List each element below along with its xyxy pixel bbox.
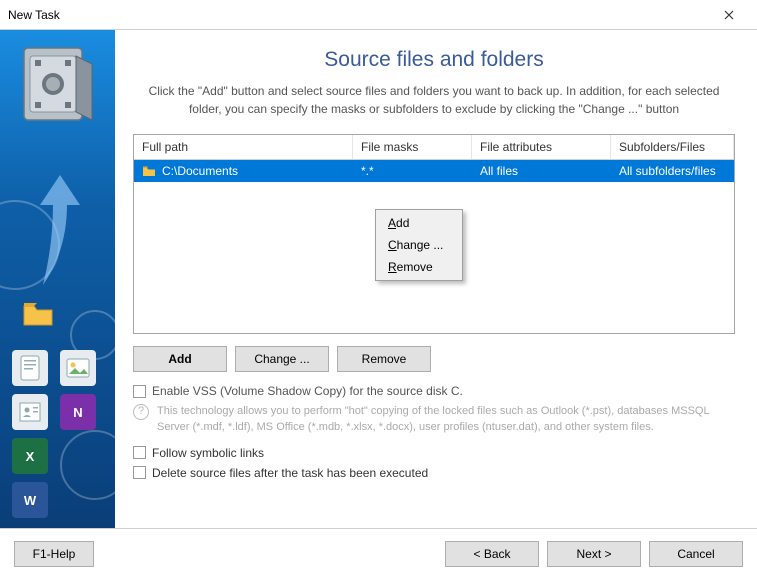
page-description: Click the "Add" button and select source… — [143, 82, 725, 118]
svg-text:X: X — [26, 449, 35, 464]
cell-path: C:\Documents — [162, 164, 238, 178]
vss-help-text: This technology allows you to perform "h… — [157, 404, 735, 436]
vss-checkbox[interactable] — [133, 385, 146, 398]
contacts-icon — [18, 401, 42, 423]
document-icon — [19, 355, 41, 381]
col-header-path[interactable]: Full path — [134, 135, 353, 159]
vss-label: Enable VSS (Volume Shadow Copy) for the … — [152, 384, 463, 398]
follow-symlinks-label: Follow symbolic links — [152, 446, 264, 460]
onenote-icon: N — [68, 402, 88, 422]
delete-source-checkbox[interactable] — [133, 466, 146, 479]
col-header-masks[interactable]: File masks — [353, 135, 472, 159]
wizard-sidebar: N X W — [0, 30, 115, 528]
table-row[interactable]: C:\Documents *.* All files All subfolder… — [134, 160, 734, 182]
safe-icon — [20, 40, 98, 130]
sidebar-app-icons: N X W — [12, 350, 100, 518]
col-header-attr[interactable]: File attributes — [472, 135, 611, 159]
grid-header: Full path File masks File attributes Sub… — [134, 135, 734, 160]
add-button[interactable]: Add — [133, 346, 227, 372]
svg-text:W: W — [24, 493, 37, 508]
context-menu: Add Change ... Remove — [375, 209, 463, 281]
delete-source-label: Delete source files after the task has b… — [152, 466, 428, 480]
cell-sub: All subfolders/files — [619, 164, 716, 178]
context-menu-remove[interactable]: Remove — [378, 256, 460, 278]
remove-button[interactable]: Remove — [337, 346, 431, 372]
next-button[interactable]: Next > — [547, 541, 641, 567]
excel-icon: X — [20, 446, 40, 466]
change-button[interactable]: Change ... — [235, 346, 329, 372]
window-title: New Task — [8, 8, 709, 22]
folder-icon — [22, 300, 54, 328]
wizard-footer: F1-Help < Back Next > Cancel — [0, 528, 757, 578]
follow-symlinks-checkbox[interactable] — [133, 446, 146, 459]
main-panel: Source files and folders Click the "Add"… — [115, 30, 757, 528]
cell-attr: All files — [480, 164, 518, 178]
context-menu-change[interactable]: Change ... — [378, 234, 460, 256]
context-menu-add[interactable]: Add — [378, 212, 460, 234]
svg-text:N: N — [73, 405, 82, 420]
close-button[interactable] — [709, 1, 749, 29]
help-icon: ? — [133, 404, 149, 420]
close-icon — [724, 10, 734, 20]
cell-masks: *.* — [361, 164, 374, 178]
cancel-button[interactable]: Cancel — [649, 541, 743, 567]
col-header-sub[interactable]: Subfolders/Files — [611, 135, 734, 159]
word-icon: W — [20, 490, 40, 510]
titlebar: New Task — [0, 0, 757, 30]
folder-icon — [142, 165, 156, 177]
arrow-up-icon — [35, 170, 85, 290]
help-button[interactable]: F1-Help — [14, 541, 94, 567]
back-button[interactable]: < Back — [445, 541, 539, 567]
page-title: Source files and folders — [133, 48, 735, 72]
image-icon — [66, 358, 90, 378]
